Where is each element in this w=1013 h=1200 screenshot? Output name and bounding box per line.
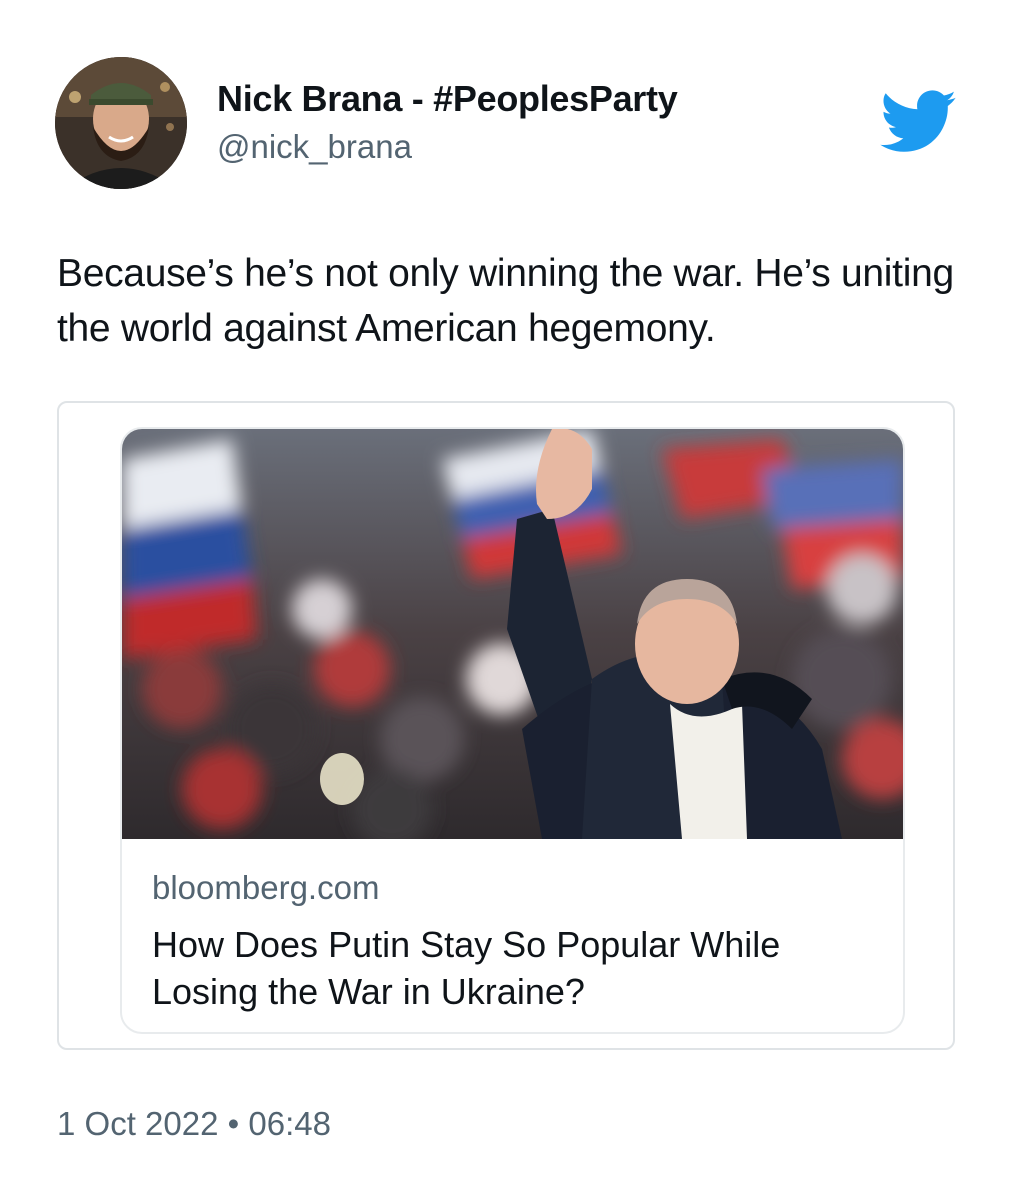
- link-card-image: [122, 429, 903, 839]
- author-handle[interactable]: @nick_brana: [217, 128, 412, 166]
- link-card-domain: bloomberg.com: [152, 869, 380, 906]
- link-card-title: How Does Putin Stay So Popular While Los…: [152, 924, 781, 1012]
- twitter-bird-icon: [880, 90, 957, 152]
- tweet-date: 1 Oct 2022: [57, 1105, 219, 1142]
- avatar-photo: [55, 57, 187, 189]
- tweet-text: Because’s he’s not only winning the war.…: [57, 252, 954, 350]
- meta-separator: •: [227, 1105, 240, 1142]
- author-display-name[interactable]: Nick Brana - #PeoplesParty: [217, 78, 678, 120]
- tweet-time: 06:48: [248, 1105, 331, 1142]
- link-card[interactable]: bloomberg.com How Does Putin Stay So Pop…: [120, 427, 905, 1034]
- tweet-timestamp[interactable]: 1 Oct 2022 • 06:48: [57, 1105, 331, 1143]
- author-avatar[interactable]: [55, 57, 187, 189]
